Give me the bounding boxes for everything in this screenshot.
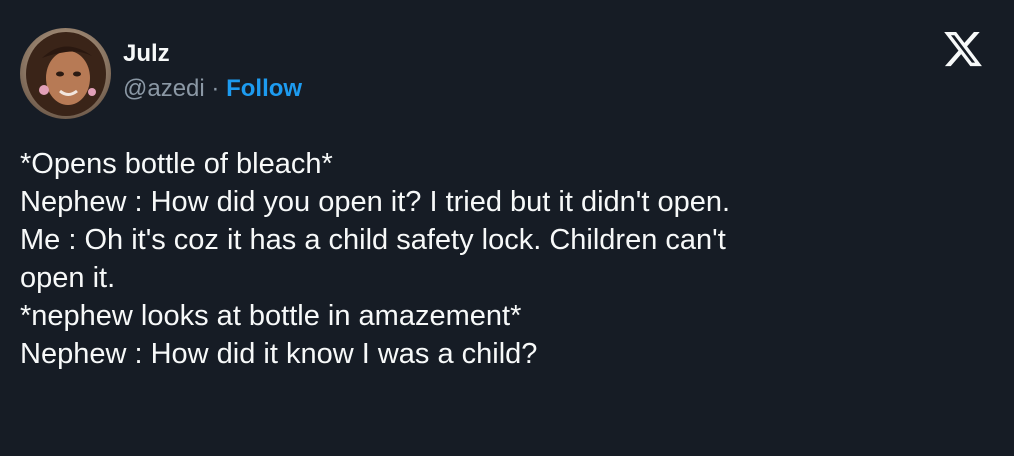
tweet-header: Julz @azedi · Follow: [20, 28, 302, 119]
x-logo-icon[interactable]: [942, 28, 984, 70]
tweet-line: Me : Oh it's coz it has a child safety l…: [20, 224, 726, 256]
user-info: Julz @azedi · Follow: [123, 39, 302, 105]
tweet-text: *Opens bottle of bleach* Nephew : How di…: [20, 145, 1000, 373]
tweet-line: *nephew looks at bottle in amazement*: [20, 300, 522, 332]
handle-separator: ·: [204, 74, 227, 102]
tweet-line: open it.: [20, 262, 116, 294]
tweet-line: *Opens bottle of bleach*: [20, 148, 333, 180]
tweet-card: Julz @azedi · Follow *Opens bottle of bl…: [0, 0, 1014, 456]
avatar-image: [20, 28, 111, 119]
follow-button[interactable]: Follow: [226, 75, 302, 102]
handle-row: @azedi · Follow: [123, 73, 302, 105]
avatar[interactable]: [20, 28, 111, 119]
display-name[interactable]: Julz: [123, 39, 302, 69]
tweet-line: Nephew : How did you open it? I tried bu…: [20, 186, 731, 218]
tweet-line: Nephew : How did it know I was a child?: [20, 338, 538, 370]
user-handle[interactable]: @azedi: [123, 75, 205, 102]
